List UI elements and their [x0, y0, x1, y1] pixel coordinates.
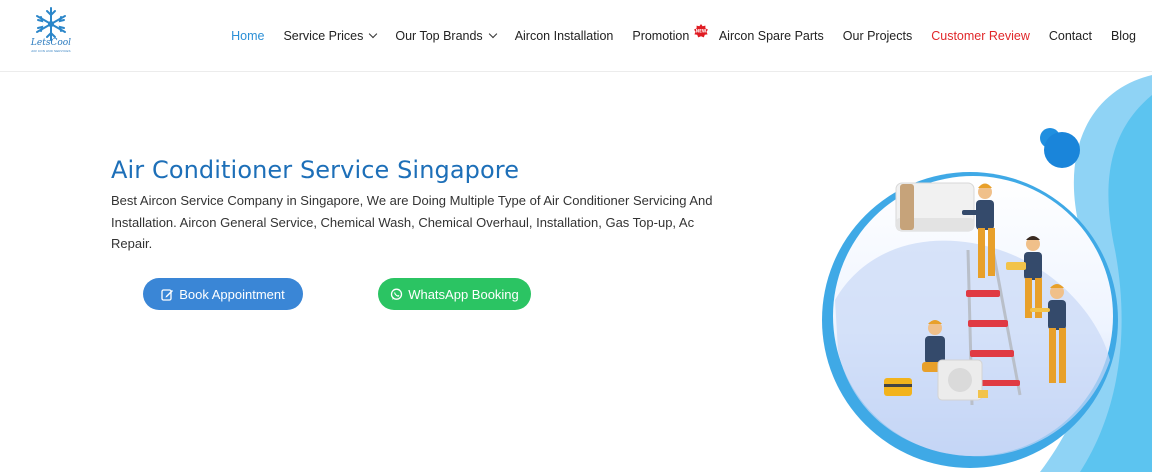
nav-aircon-spare-parts[interactable]: Aircon Spare Parts: [709, 0, 833, 72]
nav-service-prices-label: Service Prices: [283, 29, 364, 43]
logo-text: LetsCool: [30, 38, 72, 48]
edit-icon: [161, 288, 174, 301]
nav-blog[interactable]: Blog: [1101, 0, 1136, 72]
logo-subtext: AIR CON AND SERVICES: [31, 49, 71, 53]
nav-our-top-brands-label: Our Top Brands: [395, 29, 483, 43]
book-appointment-button[interactable]: Book Appointment: [143, 278, 303, 310]
nav-home-label: Home: [231, 29, 265, 43]
nav-our-projects-label: Our Projects: [842, 29, 913, 43]
main-nav: Home Service Prices Our Top Brands Airco…: [222, 0, 1136, 72]
site-header: LetsCool AIR CON AND SERVICES Home Servi…: [0, 0, 1152, 72]
nav-our-projects[interactable]: Our Projects: [833, 0, 921, 72]
hero-description: Best Aircon Service Company in Singapore…: [111, 193, 713, 251]
nav-contact[interactable]: Contact: [1039, 0, 1101, 72]
nav-blog-label: Blog: [1110, 29, 1136, 43]
nav-service-prices[interactable]: Service Prices: [274, 0, 386, 72]
whatsapp-booking-label: WhatsApp Booking: [408, 286, 519, 302]
chevron-down-icon: [488, 29, 497, 39]
nav-promotion-label: Promotion: [632, 29, 690, 43]
nav-aircon-installation[interactable]: Aircon Installation: [505, 0, 623, 72]
hero-title: Air Conditioner Service Singapore: [111, 156, 520, 184]
nav-aircon-spare-parts-label: Aircon Spare Parts: [718, 29, 824, 43]
nav-customer-review[interactable]: Customer Review: [922, 0, 1040, 72]
book-appointment-label: Book Appointment: [179, 286, 285, 302]
whatsapp-booking-button[interactable]: WhatsApp Booking: [378, 278, 531, 310]
whatsapp-icon: [391, 288, 403, 300]
nav-contact-label: Contact: [1048, 29, 1092, 43]
aircon-unit-icon: [895, 182, 975, 232]
new-badge-text: NEW: [696, 29, 707, 34]
nav-customer-review-label: Customer Review: [931, 29, 1030, 43]
nav-our-top-brands[interactable]: Our Top Brands: [386, 0, 505, 72]
nav-aircon-installation-label: Aircon Installation: [514, 29, 614, 43]
nav-promotion[interactable]: Promotion NEW: [623, 0, 709, 72]
nav-home[interactable]: Home: [222, 0, 274, 72]
new-badge-icon: NEW: [694, 24, 709, 38]
chevron-down-icon: [369, 29, 378, 39]
